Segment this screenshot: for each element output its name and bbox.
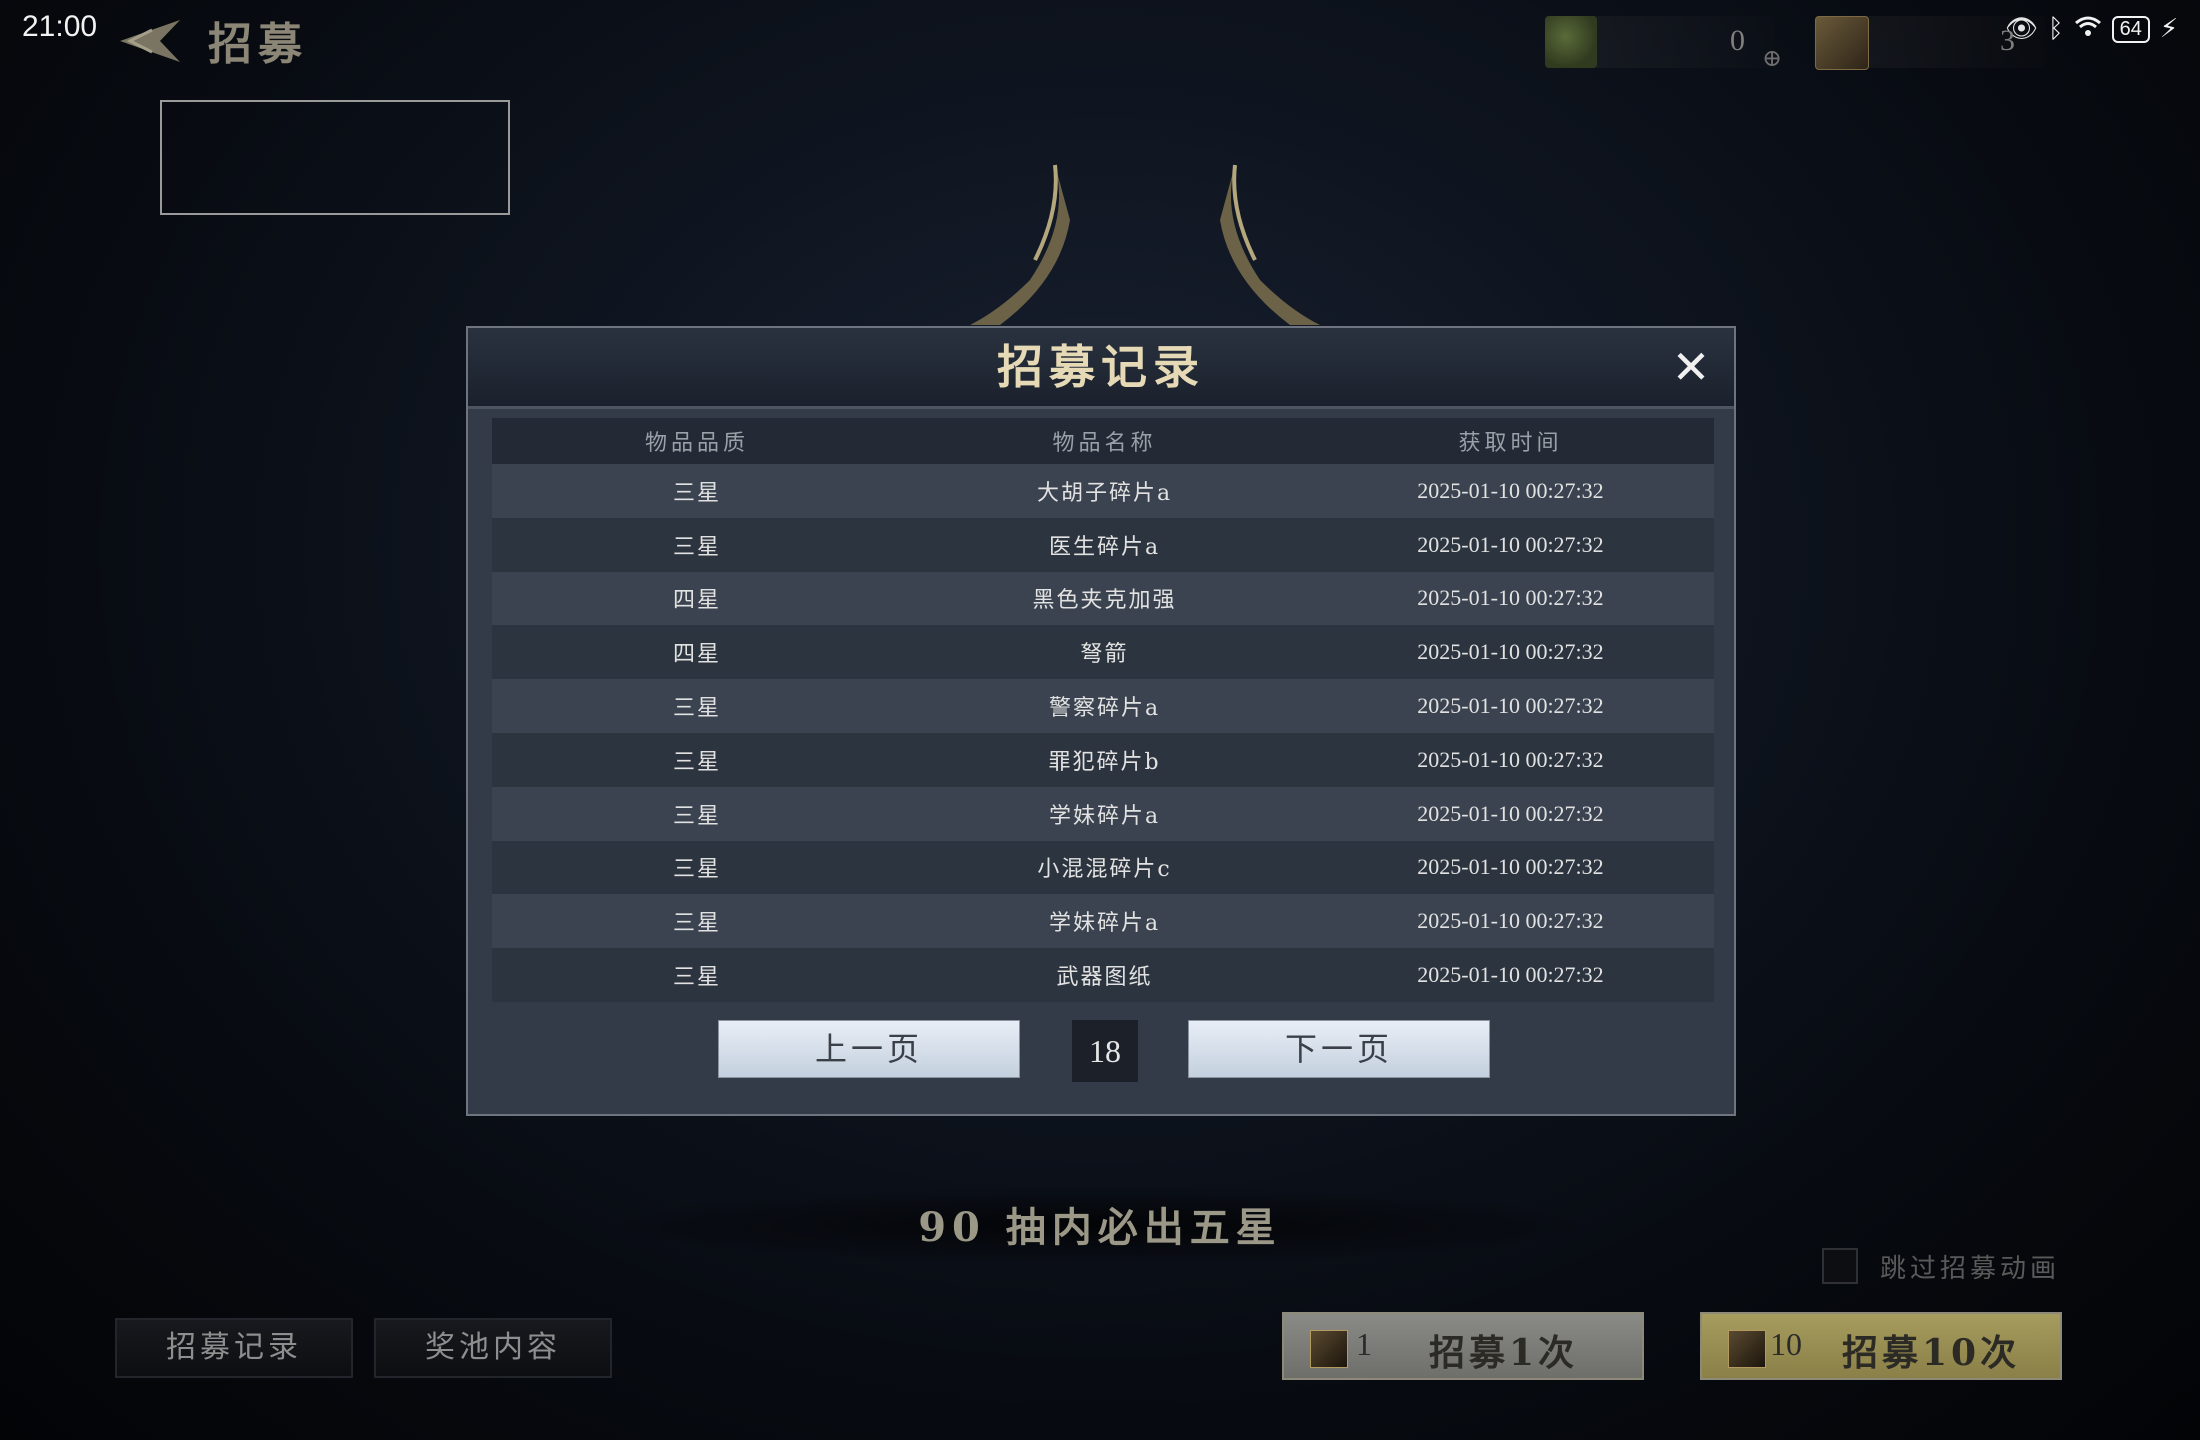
cell-quality: 三星 (672, 911, 721, 937)
quill-ticket-icon (1815, 16, 1869, 70)
recruit-once-button[interactable]: 1 招募1次 (1282, 1312, 1644, 1380)
column-header-name: 物品名称 (1052, 431, 1157, 456)
cell-quality: 三星 (672, 857, 721, 883)
cell-quality: 三星 (672, 749, 721, 775)
cell-time: 2025-01-10 00:27:32 (1417, 585, 1604, 611)
draw-label: 招募1次 (1429, 1332, 1579, 1374)
table-row: 三星 武器图纸 2025-01-10 00:27:32 (492, 948, 1714, 1002)
quill-ticket-icon (1728, 1330, 1766, 1368)
page-number: 18 (1072, 1020, 1138, 1082)
close-icon: ✕ (1671, 340, 1711, 394)
cell-name: 弩箭 (1080, 642, 1129, 668)
cell-time: 2025-01-10 00:27:32 (1417, 962, 1604, 988)
cell-name: 罪犯碎片b (1048, 749, 1161, 775)
table-row: 三星 小混混碎片c 2025-01-10 00:27:32 (492, 840, 1714, 895)
record-table: 物品品质 物品名称 获取时间 三星 大胡子碎片a 2025-01-10 00:27:… (492, 418, 1714, 1002)
cell-quality: 四星 (672, 642, 721, 668)
cell-name: 武器图纸 (1056, 965, 1153, 991)
cell-quality: 四星 (672, 588, 721, 614)
table-row: 四星 黑色夹克加强 2025-01-10 00:27:32 (492, 571, 1714, 626)
cell-name: 医生碎片a (1048, 534, 1161, 560)
skip-animation-label: 跳过招募动画 (1880, 1254, 2061, 1284)
back-arrow-icon (120, 20, 180, 62)
recruit-record-button[interactable]: 招募记录 (115, 1318, 353, 1378)
cell-name: 黑色夹克加强 (1032, 588, 1177, 614)
table-body: 三星 大胡子碎片a 2025-01-10 00:27:32 三星 医生碎片a 2025-… (492, 464, 1714, 1002)
recruit-ten-button[interactable]: 10 招募10次 (1700, 1312, 2062, 1380)
table-row: 三星 学妹碎片a 2025-01-10 00:27:32 (492, 786, 1714, 841)
cell-time: 2025-01-10 00:27:32 (1417, 908, 1604, 934)
column-header-time: 获取时间 (1458, 431, 1563, 456)
draw-label: 招募10次 (1842, 1332, 2021, 1374)
table-row: 三星 罪犯碎片b 2025-01-10 00:27:32 (492, 732, 1714, 787)
cell-quality: 三星 (672, 696, 721, 722)
draw-cost: 10 (1770, 1326, 1802, 1362)
currency-value: 3 (2000, 24, 2015, 57)
status-clock: 21:00 (22, 10, 98, 43)
cell-name: 警察碎片a (1048, 696, 1161, 722)
add-currency-icon[interactable]: ⊕ (1758, 44, 1786, 72)
table-row: 三星 大胡子碎片a 2025-01-10 00:27:32 (492, 464, 1714, 518)
cell-name: 学妹碎片a (1048, 911, 1161, 937)
draw-cost: 1 (1356, 1326, 1372, 1362)
charging-icon: ⚡ (2159, 14, 2179, 44)
skip-animation-checkbox[interactable] (1822, 1248, 1858, 1284)
column-header-quality: 物品品质 (644, 431, 749, 456)
wifi-icon (2074, 14, 2102, 44)
prize-pool-button[interactable]: 奖池内容 (374, 1318, 612, 1378)
empty-frame (160, 100, 510, 215)
dialog-title: 招募记录 (997, 340, 1205, 394)
cell-time: 2025-01-10 00:27:32 (1417, 800, 1604, 826)
table-row: 三星 学妹碎片a 2025-01-10 00:27:32 (492, 894, 1714, 949)
horn-decoration-left (970, 164, 1070, 325)
cell-name: 小混混碎片c (1037, 857, 1172, 883)
table-row: 三星 医生碎片a 2025-01-10 00:27:32 (492, 517, 1714, 572)
quill-ticket-icon (1310, 1330, 1348, 1368)
cell-time: 2025-01-10 00:27:32 (1417, 746, 1604, 772)
cell-time: 2025-01-10 00:27:32 (1417, 854, 1604, 880)
currency-gems: 0 (1545, 16, 1775, 68)
cell-time: 2025-01-10 00:27:32 (1417, 531, 1604, 557)
back-button[interactable] (112, 16, 182, 66)
cell-quality: 三星 (672, 803, 721, 829)
table-row: 三星 警察碎片a 2025-01-10 00:27:32 (492, 679, 1714, 733)
cell-time: 2025-01-10 00:27:32 (1417, 639, 1604, 665)
next-page-button[interactable]: 下一页 (1188, 1020, 1490, 1078)
cell-name: 学妹碎片a (1048, 803, 1161, 829)
cell-quality: 三星 (672, 480, 721, 506)
pity-text: 90 抽内必出五星 (918, 1204, 1282, 1251)
cell-quality: 三星 (672, 534, 721, 560)
cell-time: 2025-01-10 00:27:32 (1417, 477, 1604, 503)
cell-name: 大胡子碎片a (1036, 480, 1173, 506)
currency-tickets: 3 (1815, 16, 2045, 70)
cell-time: 2025-01-10 00:27:32 (1417, 693, 1604, 719)
bluetooth-icon: ᛒ (2048, 14, 2064, 44)
recruit-record-dialog: 招募记录 ✕ 物品品质 物品名称 获取时间 三星 大胡子碎片a 2025-01-10… (466, 326, 1736, 1116)
close-button[interactable]: ✕ (1666, 342, 1716, 392)
table-header: 物品品质 物品名称 获取时间 (492, 418, 1714, 464)
gem-pouch-icon (1545, 16, 1597, 68)
battery-indicator: 64 (2111, 15, 2150, 43)
cell-quality: 三星 (672, 965, 721, 991)
currency-value: 0 (1730, 24, 1745, 57)
table-row: 四星 弩箭 2025-01-10 00:27:32 (492, 625, 1714, 680)
prev-page-button[interactable]: 上一页 (718, 1020, 1020, 1078)
horn-decoration-right (1220, 164, 1320, 325)
page-title: 招募 (208, 19, 308, 70)
